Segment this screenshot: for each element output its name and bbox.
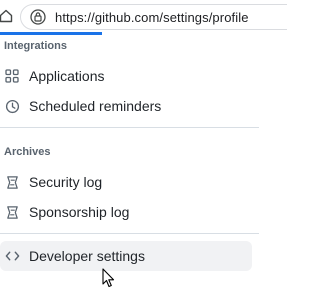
sidebar-item-label: Scheduled reminders <box>29 98 162 114</box>
code-icon <box>4 248 20 264</box>
sidebar-item-security-log[interactable]: Security log <box>0 167 252 197</box>
section-label-archives: Archives <box>4 146 51 158</box>
home-icon[interactable] <box>0 6 16 26</box>
sidebar-item-applications[interactable]: Applications <box>0 61 252 91</box>
settings-sidebar: Integrations Applications Scheduled remi… <box>0 35 287 299</box>
mouse-pointer-icon <box>102 268 116 288</box>
log-icon <box>4 204 20 220</box>
url-text: https://github.com/settings/profile <box>55 9 249 25</box>
section-divider <box>0 127 259 128</box>
sidebar-item-label: Security log <box>29 174 103 190</box>
page: https://github.com/settings/profile Inte… <box>0 0 287 299</box>
apps-grid-icon <box>4 68 20 84</box>
address-bar[interactable]: https://github.com/settings/profile <box>20 4 287 30</box>
clock-icon <box>4 98 20 114</box>
sidebar-item-scheduled-reminders[interactable]: Scheduled reminders <box>0 91 252 121</box>
section-label-integrations: Integrations <box>4 40 67 52</box>
sidebar-item-developer-settings[interactable]: Developer settings <box>0 241 252 271</box>
log-icon <box>4 174 20 190</box>
browser-toolbar: https://github.com/settings/profile <box>0 0 287 35</box>
section-divider <box>0 233 259 234</box>
sidebar-item-label: Applications <box>29 68 105 84</box>
sidebar-item-label: Developer settings <box>29 248 145 264</box>
sidebar-item-label: Sponsorship log <box>29 204 130 220</box>
sidebar-item-sponsorship-log[interactable]: Sponsorship log <box>0 197 252 227</box>
site-info-icon[interactable] <box>29 8 47 26</box>
